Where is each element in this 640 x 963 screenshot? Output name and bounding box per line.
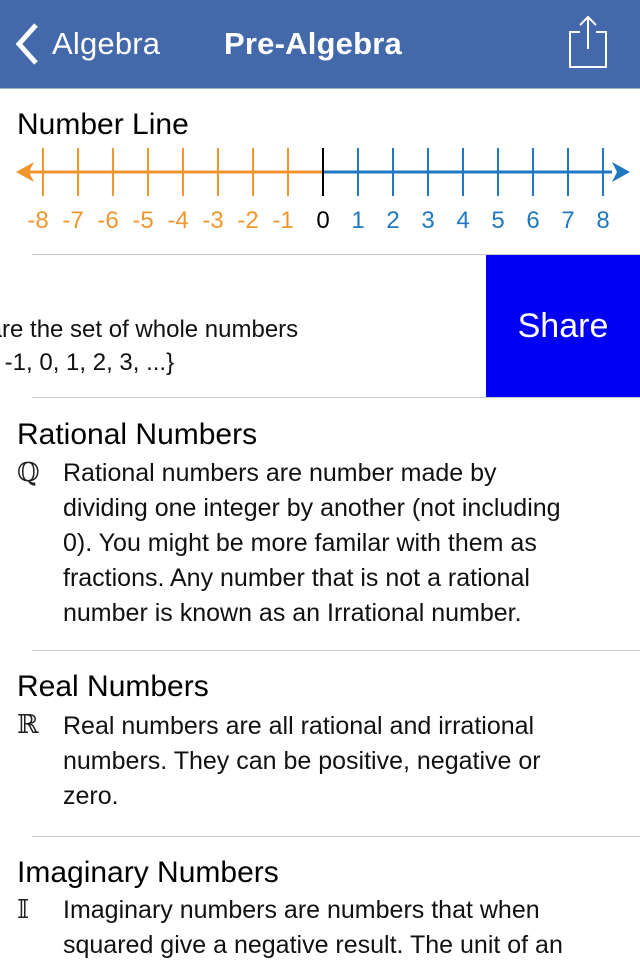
tick-label: -7 (62, 207, 83, 234)
separator (32, 397, 640, 398)
body-line: squared give a negative result. The unit… (63, 931, 563, 959)
tick-label: 3 (421, 207, 434, 234)
body-line: fractions. Any number that is not a rati… (63, 564, 530, 592)
body-line: number is known as an Irrational number. (63, 599, 522, 627)
navigation-bar: Algebra Pre-Algebra (0, 0, 640, 89)
page-title: Pre-Algebra (224, 26, 402, 61)
row-text-line: s are the set of whole numbers (0, 316, 299, 343)
tick-label: -4 (167, 207, 188, 234)
body-line: Imaginary numbers are numbers that when (63, 896, 540, 924)
tick-label: 6 (526, 207, 539, 234)
back-label: Algebra (52, 26, 161, 61)
rational-symbol-icon: ℚ (17, 458, 40, 488)
share-button[interactable] (564, 14, 610, 72)
tick-label: 8 (596, 207, 609, 234)
tick-label: 1 (351, 207, 364, 234)
entry-title-imaginary: Imaginary Numbers (17, 856, 279, 889)
number-line: -8 -7 -6 -5 -4 -3 -2 -1 0 1 2 3 4 5 6 7 8 (16, 148, 630, 234)
entry-body-imaginary: Imaginary numbers are numbers that when … (63, 893, 633, 963)
entry-body-real: Real numbers are all rational and irrati… (63, 709, 633, 814)
tick-label: -6 (97, 207, 118, 234)
entry-title-rational: Rational Numbers (17, 418, 258, 451)
tick-label: 0 (316, 207, 329, 234)
body-line: dividing one integer by another (not inc… (63, 494, 561, 522)
body-line: 0). You might be more familar with them … (63, 529, 537, 557)
tick-label: -5 (132, 207, 153, 234)
tick-label: 4 (456, 207, 469, 234)
right-arrow-icon (612, 162, 630, 182)
imaginary-symbol-icon: 𝕀 (17, 895, 30, 925)
tick-label: -8 (27, 207, 48, 234)
separator (32, 836, 640, 837)
back-button[interactable]: Algebra (14, 20, 160, 68)
tick-label: -3 (202, 207, 223, 234)
entry-title-real: Real Numbers (17, 670, 209, 703)
tick-label: 5 (491, 207, 504, 234)
share-icon (569, 15, 607, 68)
tick-label: 2 (386, 207, 399, 234)
chevron-left-icon (15, 23, 38, 65)
body-line: zero. (63, 782, 119, 810)
body-line: numbers. They can be positive, negative … (63, 747, 541, 775)
tick-label: -2 (237, 207, 258, 234)
tick-label: -1 (272, 207, 293, 234)
real-symbol-icon: ℝ (17, 710, 39, 740)
integers-description: s are the set of whole numbers -2, -1, 0… (0, 313, 298, 379)
share-action-button[interactable]: Share (486, 255, 640, 397)
body-line: Rational numbers are number made by (63, 459, 497, 487)
separator (32, 650, 640, 651)
body-line: Real numbers are all rational and irrati… (63, 712, 535, 740)
row-text-line: -2, -1, 0, 1, 2, 3, ...} (0, 349, 175, 376)
swiped-list-row[interactable]: s are the set of whole numbers -2, -1, 0… (0, 255, 640, 397)
number-line-title: Number Line (17, 108, 189, 141)
entry-body-rational: Rational numbers are number made by divi… (63, 456, 633, 631)
tick-label: 7 (561, 207, 574, 234)
